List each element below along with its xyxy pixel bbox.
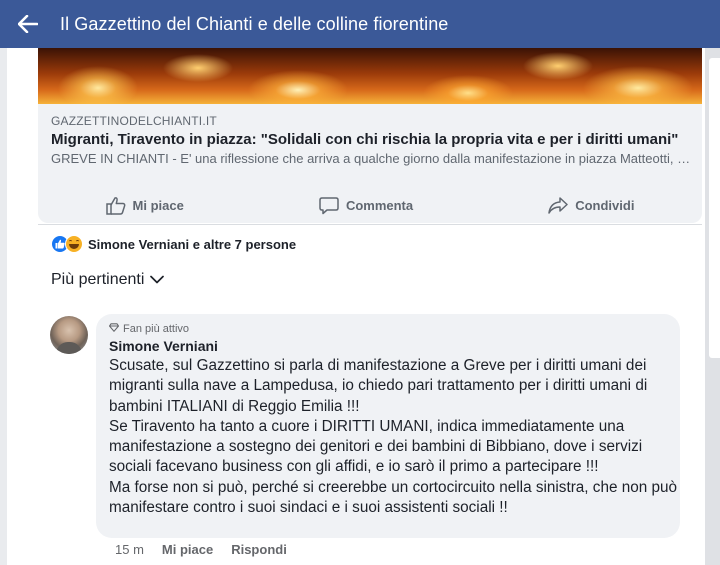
link-description: GREVE IN CHIANTI - E' una riflessione ch…	[51, 151, 691, 166]
post-actions: Mi piace Commenta Condividi	[38, 188, 702, 222]
share-button[interactable]: Condividi	[548, 196, 634, 215]
link-preview-image[interactable]	[38, 48, 702, 104]
share-arrow-icon	[548, 196, 568, 215]
reaction-icons	[51, 235, 83, 253]
link-source: GAZZETTINODELCHIANTI.IT	[51, 114, 217, 128]
avatar[interactable]	[50, 316, 88, 354]
comment-paragraph: Scusate, sul Gazzettino si parla di mani…	[109, 357, 648, 415]
comment-reply-link[interactable]: Rispondi	[231, 542, 287, 557]
top-fan-badge: Fan più attivo	[108, 323, 190, 335]
comment-label: Commenta	[345, 197, 414, 213]
comment-meta: 15 m Mi piace Rispondi	[115, 542, 287, 557]
chevron-down-icon	[150, 271, 165, 289]
like-label: Mi piace	[132, 197, 184, 213]
comment-bubble: Fan più attivo Simone Verniani Scusate, …	[96, 314, 680, 538]
share-label: Condividi	[575, 197, 635, 213]
top-bar: Il Gazzettino del Chianti e delle collin…	[0, 0, 720, 48]
comment-author[interactable]: Simone Verniani	[109, 338, 218, 354]
side-panel-edge	[705, 48, 720, 565]
diamond-icon	[108, 323, 120, 335]
comment-paragraph: Se Tiravento ha tanto a cuore i DIRITTI …	[109, 417, 643, 476]
sort-label: Più pertinenti	[51, 271, 145, 288]
comment-button[interactable]: Commenta	[319, 196, 413, 215]
divider	[38, 224, 702, 225]
link-title[interactable]: Migranti, Tiravento in piazza: "Solidali…	[51, 131, 696, 148]
comment-time[interactable]: 15 m	[115, 542, 144, 557]
comment-sort-dropdown[interactable]: Più pertinenti	[51, 271, 165, 289]
comment-text: Scusate, sul Gazzettino si parla di mani…	[109, 356, 679, 518]
like-button[interactable]: Mi piace	[105, 196, 184, 215]
arrow-left-icon[interactable]	[18, 0, 60, 48]
thumbs-up-icon	[105, 196, 126, 215]
reactions-summary[interactable]: Simone Verniani e altre 7 persone	[51, 234, 296, 254]
comment-like-link[interactable]: Mi piace	[162, 542, 213, 557]
reactions-text: Simone Verniani e altre 7 persone	[88, 236, 297, 252]
speech-bubble-icon	[319, 196, 339, 215]
comment-paragraph: Ma forse non si può, perché si creerebbe…	[109, 478, 678, 517]
badge-label: Fan più attivo	[123, 323, 190, 335]
laugh-icon	[65, 235, 83, 253]
page-title: Il Gazzettino del Chianti e delle collin…	[60, 13, 449, 34]
post-container: GAZZETTINODELCHIANTI.IT Migranti, Tirave…	[7, 48, 705, 565]
